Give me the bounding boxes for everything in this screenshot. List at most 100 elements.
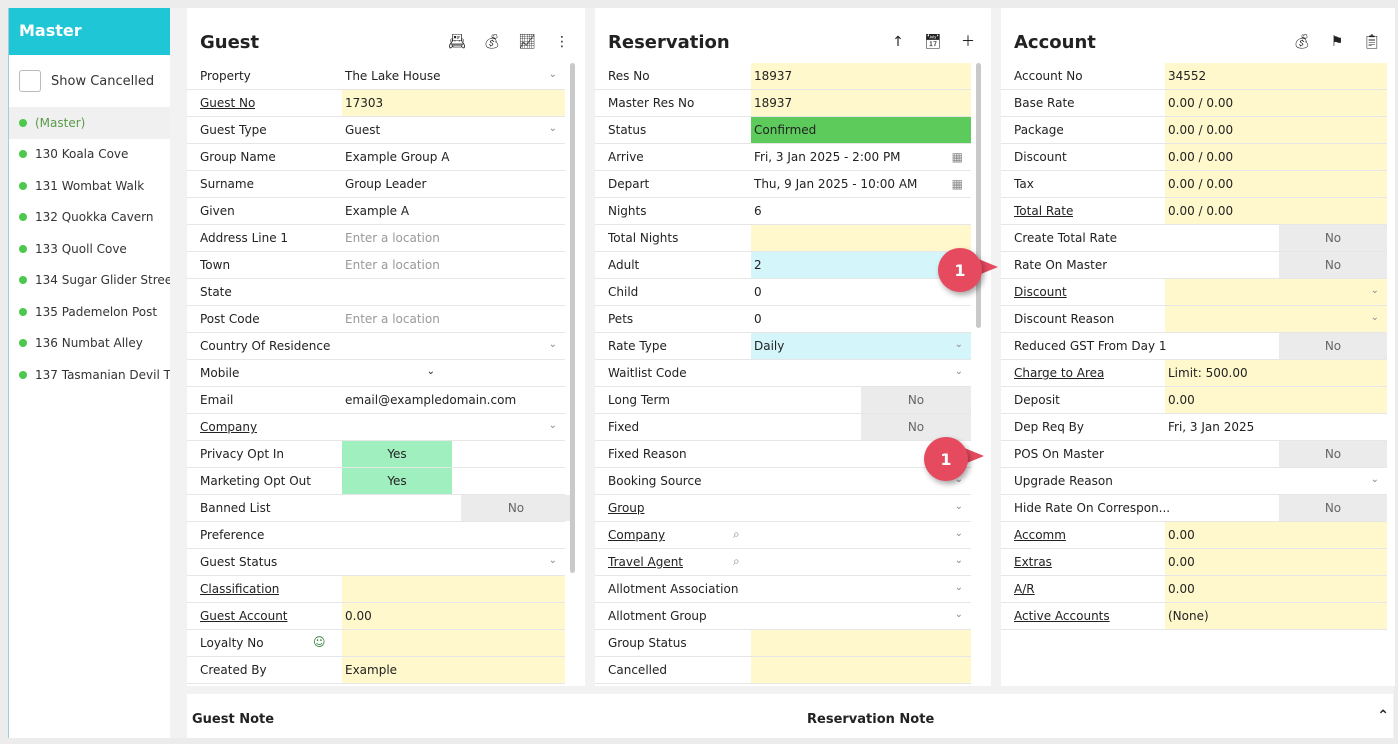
chevron-down-icon[interactable]: ⌄: [427, 366, 435, 377]
field-value[interactable]: Example Group A: [342, 144, 565, 170]
field-value[interactable]: 0.00: [1165, 576, 1387, 602]
field-value[interactable]: No: [1279, 252, 1387, 278]
guest-scrollbar[interactable]: [570, 63, 575, 573]
field-value[interactable]: [1165, 306, 1387, 332]
field-label[interactable]: Charge to Area: [1001, 366, 1104, 380]
field-value[interactable]: 6: [751, 198, 971, 224]
field-value[interactable]: 17303: [342, 90, 565, 116]
field-value[interactable]: [751, 549, 971, 575]
field-value[interactable]: 0.00 / 0.00: [1165, 117, 1387, 143]
chevron-down-icon[interactable]: ⌄: [955, 528, 963, 539]
field-value[interactable]: 0.00: [1165, 522, 1387, 548]
chevron-down-icon[interactable]: ⌄: [955, 582, 963, 593]
master-room-item[interactable]: 133 Quoll Cove: [9, 233, 170, 265]
chevron-down-icon[interactable]: ⌄: [1371, 285, 1379, 296]
field-value[interactable]: 0.00 / 0.00: [1165, 171, 1387, 197]
field-value[interactable]: Enter a location: [342, 225, 565, 251]
field-value[interactable]: [342, 576, 565, 602]
chevron-down-icon[interactable]: ⌄: [549, 555, 557, 566]
guest-note-tab[interactable]: Guest Note: [192, 712, 274, 727]
field-value[interactable]: Enter a location: [342, 252, 565, 278]
field-value[interactable]: [342, 279, 565, 305]
field-value[interactable]: Fri, 3 Jan 2025: [1165, 414, 1387, 440]
field-value[interactable]: Thu, 9 Jan 2025 - 10:00 AM: [751, 171, 971, 197]
search-icon[interactable]: ⌕: [733, 527, 740, 542]
field-value[interactable]: Example: [342, 657, 565, 683]
field-value[interactable]: Group Leader: [342, 171, 565, 197]
field-value[interactable]: email@exampledomain.com: [342, 387, 565, 413]
money-bag-icon[interactable]: 💰︎: [1293, 33, 1311, 51]
field-value[interactable]: 0: [751, 279, 971, 305]
chevron-down-icon[interactable]: ⌄: [955, 555, 963, 566]
chevron-down-icon[interactable]: ⌄: [549, 69, 557, 80]
field-value[interactable]: No: [461, 495, 571, 521]
person-check-icon[interactable]: ☺: [313, 635, 326, 649]
field-value[interactable]: [1165, 468, 1387, 494]
field-label[interactable]: A/R: [1001, 582, 1035, 596]
field-value[interactable]: The Lake House: [342, 63, 565, 89]
field-value[interactable]: [751, 657, 971, 683]
field-value[interactable]: 18937: [751, 90, 971, 116]
field-value[interactable]: 0.00 / 0.00: [1165, 198, 1387, 224]
chevron-down-icon[interactable]: ⌄: [549, 123, 557, 134]
field-value[interactable]: [751, 495, 971, 521]
field-value[interactable]: Confirmed: [751, 117, 971, 143]
field-label[interactable]: Guest No: [187, 96, 255, 110]
more-vertical-icon[interactable]: ⋮: [553, 33, 571, 51]
person-flag-icon[interactable]: ⚑: [1328, 33, 1346, 51]
search-icon[interactable]: ⌕: [733, 554, 740, 569]
field-label[interactable]: Accomm: [1001, 528, 1066, 542]
field-value[interactable]: 0.00: [1165, 549, 1387, 575]
field-value[interactable]: 0: [751, 306, 971, 332]
field-value[interactable]: No: [861, 387, 971, 413]
chevron-down-icon[interactable]: ⌄: [955, 501, 963, 512]
master-room-item[interactable]: 131 Wombat Walk: [9, 170, 170, 202]
field-value[interactable]: No: [861, 414, 971, 440]
field-label[interactable]: Total Rate: [1001, 204, 1073, 218]
field-value[interactable]: 0.00: [1165, 387, 1387, 413]
field-value[interactable]: Yes: [342, 441, 452, 467]
field-value[interactable]: 34552: [1165, 63, 1387, 89]
chevron-down-icon[interactable]: ⌄: [549, 339, 557, 350]
field-value[interactable]: [751, 576, 971, 602]
field-value[interactable]: Fri, 3 Jan 2025 - 2:00 PM: [751, 144, 971, 170]
field-value[interactable]: 0.00: [342, 603, 565, 629]
field-value[interactable]: 18937: [751, 63, 971, 89]
show-cancelled-checkbox[interactable]: [19, 70, 41, 92]
chevron-down-icon[interactable]: ⌄: [955, 339, 963, 350]
field-value[interactable]: [342, 522, 565, 548]
field-value[interactable]: [751, 225, 971, 251]
clipboard-icon[interactable]: 📋︎: [1363, 33, 1381, 51]
master-room-item[interactable]: 137 Tasmanian Devil Tur: [9, 359, 170, 391]
field-value[interactable]: [751, 522, 971, 548]
trend-card-icon[interactable]: 📈︎: [518, 33, 536, 51]
field-label[interactable]: Guest Account: [187, 609, 288, 623]
field-label[interactable]: Travel Agent: [595, 555, 683, 569]
field-value[interactable]: [751, 603, 971, 629]
money-bag-icon[interactable]: 💰︎: [483, 33, 501, 51]
field-label[interactable]: Discount: [1001, 285, 1067, 299]
field-value[interactable]: [342, 360, 565, 386]
field-label[interactable]: Company: [595, 528, 665, 542]
chevron-down-icon[interactable]: ⌄: [1371, 474, 1379, 485]
master-room-item[interactable]: 132 Quokka Cavern: [9, 202, 170, 234]
field-value[interactable]: No: [1279, 495, 1387, 521]
field-label[interactable]: Group: [595, 501, 645, 515]
field-value[interactable]: Limit: 500.00: [1165, 360, 1387, 386]
field-value[interactable]: [342, 414, 565, 440]
field-label[interactable]: Classification: [187, 582, 279, 596]
plus-icon[interactable]: ＋: [959, 33, 977, 51]
field-value[interactable]: 0.00 / 0.00: [1165, 90, 1387, 116]
field-label[interactable]: Company: [187, 420, 257, 434]
master-room-item[interactable]: (Master): [9, 107, 170, 139]
master-room-item[interactable]: 134 Sugar Glider Street: [9, 265, 170, 297]
field-value[interactable]: No: [1279, 441, 1387, 467]
upload-arrow-icon[interactable]: ↑: [889, 33, 907, 51]
field-value[interactable]: [342, 333, 565, 359]
reservation-note-tab[interactable]: Reservation Note: [807, 712, 934, 727]
reservation-scrollbar[interactable]: [976, 63, 981, 328]
field-value[interactable]: 0.00 / 0.00: [1165, 144, 1387, 170]
field-label[interactable]: Extras: [1001, 555, 1052, 569]
chevron-down-icon[interactable]: ⌄: [549, 420, 557, 431]
chevron-down-icon[interactable]: ⌄: [955, 609, 963, 620]
